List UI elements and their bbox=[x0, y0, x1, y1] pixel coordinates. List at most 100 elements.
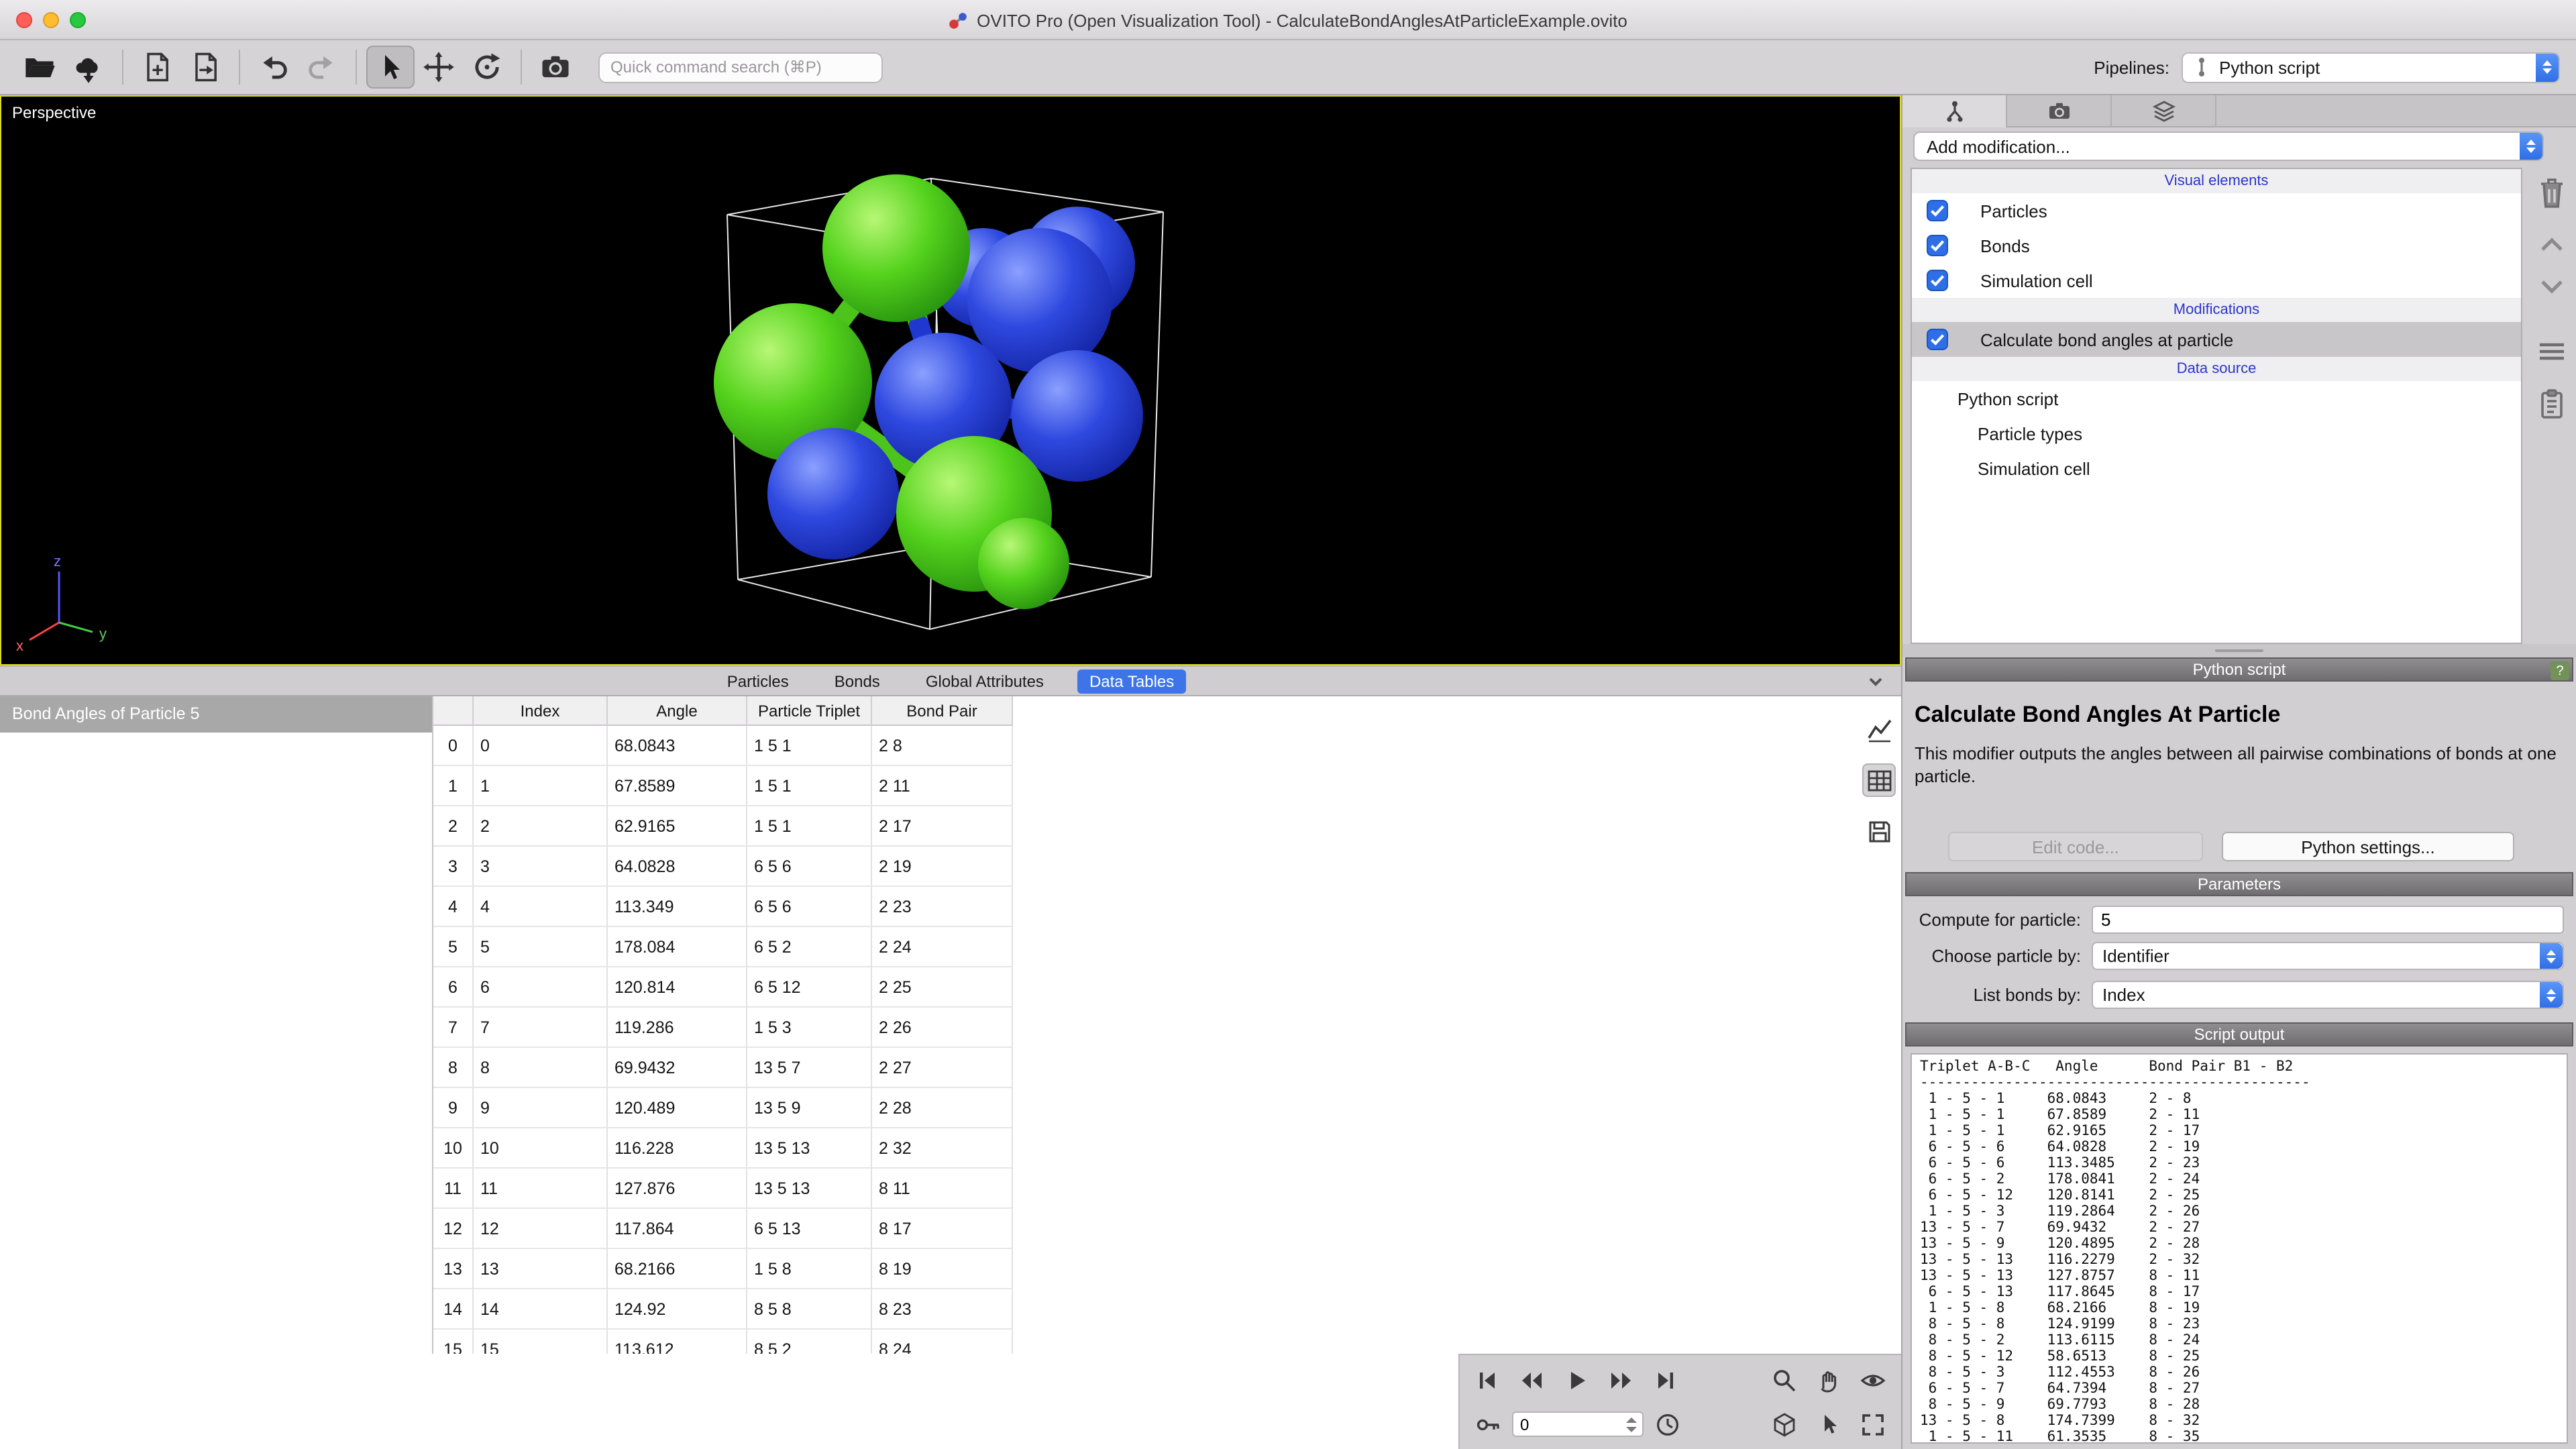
table-row[interactable]: 13 13 68.2166 1 5 88 19 bbox=[433, 1249, 1857, 1289]
table-row[interactable]: 9 9 120.489 13 5 92 28 bbox=[433, 1088, 1857, 1128]
collapse-inspector-chevron-icon[interactable] bbox=[1866, 672, 1885, 695]
orbit-eye-button[interactable] bbox=[1853, 1362, 1893, 1397]
selection-mode-button[interactable] bbox=[366, 46, 415, 89]
new-pipeline-button[interactable] bbox=[133, 46, 181, 89]
checkbox-bonds[interactable] bbox=[1927, 235, 1948, 256]
rotate-mode-button[interactable] bbox=[463, 46, 511, 89]
minimize-window-button[interactable] bbox=[43, 12, 59, 28]
table-cell: 2 11 bbox=[872, 766, 1013, 806]
column-header-index[interactable]: Index bbox=[474, 696, 608, 726]
column-header-angle[interactable]: Angle bbox=[608, 696, 747, 726]
render-preview-box-button[interactable] bbox=[1764, 1407, 1805, 1442]
table-row[interactable]: 8 8 69.9432 13 5 72 27 bbox=[433, 1048, 1857, 1088]
table-row[interactable]: 15 15 113.612 8 5 28 24 bbox=[433, 1330, 1857, 1354]
current-frame-input[interactable] bbox=[1513, 1415, 1605, 1434]
pipeline-item-calculate-bond-angles-at-particle[interactable]: Calculate bond angles at particle bbox=[1912, 322, 2521, 357]
viewport-snapshot-button[interactable] bbox=[531, 46, 580, 89]
data-table-list-item[interactable]: Bond Angles of Particle 5 bbox=[0, 696, 432, 733]
frame-stepper-icon[interactable] bbox=[1623, 1415, 1640, 1434]
open-file-button[interactable] bbox=[16, 46, 64, 89]
frame-spinner[interactable] bbox=[1512, 1411, 1644, 1437]
edit-code-button[interactable]: Edit code... bbox=[1948, 832, 2203, 861]
pan-mode-button[interactable] bbox=[1809, 1362, 1849, 1397]
checkbox-calculate-bond-angles-at-particle[interactable] bbox=[1927, 329, 1948, 350]
play-button[interactable] bbox=[1556, 1362, 1597, 1397]
pick-mode-button[interactable] bbox=[1809, 1407, 1849, 1442]
maximize-viewport-button[interactable] bbox=[1853, 1407, 1893, 1442]
section-header-modifications: Modifications bbox=[1912, 298, 2521, 322]
import-file-into-pipeline-button[interactable] bbox=[181, 46, 229, 89]
pipeline-item-bonds[interactable]: Bonds bbox=[1912, 228, 2521, 263]
panel-splitter[interactable] bbox=[1902, 644, 2576, 657]
skip-to-start-button[interactable] bbox=[1468, 1362, 1508, 1397]
move-modifier-down-button[interactable] bbox=[2538, 278, 2565, 301]
compute-for-particle-field[interactable] bbox=[2092, 906, 2564, 934]
help-button[interactable]: ? bbox=[2551, 661, 2569, 680]
viewport-perspective[interactable]: Perspective z x y bbox=[0, 95, 1901, 665]
table-cell: 7 bbox=[433, 1008, 474, 1048]
next-frame-button[interactable] bbox=[1601, 1362, 1641, 1397]
bond-angles-table[interactable]: Index Angle Particle Triplet Bond Pair 0 0 68.… bbox=[433, 696, 1857, 1354]
checkbox-simulation-cell[interactable] bbox=[1927, 270, 1948, 291]
script-output-box[interactable]: Triplet A-B-C Angle Bond Pair B1 - B2 --… bbox=[1911, 1053, 2568, 1444]
tab-global-attributes[interactable]: Global Attributes bbox=[914, 669, 1056, 693]
modifier-title: Calculate Bond Angles At Particle bbox=[1915, 702, 2281, 727]
list-bonds-by-select[interactable]: Index bbox=[2092, 981, 2564, 1009]
axis-tripod: z x y bbox=[16, 553, 107, 654]
copy-pipeline-button[interactable] bbox=[2536, 388, 2566, 424]
previous-frame-button[interactable] bbox=[1512, 1362, 1552, 1397]
tab-bonds[interactable]: Bonds bbox=[822, 669, 892, 693]
auto-key-button[interactable] bbox=[1468, 1407, 1508, 1442]
table-row[interactable]: 14 14 124.92 8 5 88 23 bbox=[433, 1289, 1857, 1330]
column-header-corner[interactable] bbox=[433, 696, 474, 726]
table-row[interactable]: 3 3 64.0828 6 5 62 19 bbox=[433, 847, 1857, 887]
move-modifier-up-button[interactable] bbox=[2538, 235, 2565, 258]
close-window-button[interactable] bbox=[16, 12, 32, 28]
undo-button[interactable] bbox=[250, 46, 298, 89]
table-row[interactable]: 10 10 116.228 13 5 13 2 32 bbox=[433, 1128, 1857, 1169]
pipeline-item-particles[interactable]: Particles bbox=[1912, 193, 2521, 228]
zoom-window-button[interactable] bbox=[70, 12, 86, 28]
choose-particle-by-select[interactable]: Identifier bbox=[2092, 942, 2564, 970]
table-row[interactable]: 4 4 113.349 6 5 62 23 bbox=[433, 887, 1857, 927]
pipeline-item-simulation-cell[interactable]: Simulation cell bbox=[1912, 451, 2521, 486]
tab-overlays[interactable] bbox=[2112, 95, 2216, 127]
redo-button[interactable] bbox=[298, 46, 346, 89]
viewport-label[interactable]: Perspective bbox=[12, 103, 96, 122]
tab-data-tables[interactable]: Data Tables bbox=[1077, 669, 1187, 693]
table-row[interactable]: 7 7 119.286 1 5 32 26 bbox=[433, 1008, 1857, 1048]
column-header-particle-triplet[interactable]: Particle Triplet bbox=[747, 696, 872, 726]
zoom-mode-button[interactable] bbox=[1764, 1362, 1805, 1397]
table-row[interactable]: 11 11 127.876 13 5 13 8 11 bbox=[433, 1169, 1857, 1209]
chart-view-button[interactable] bbox=[1862, 712, 1896, 746]
table-row[interactable]: 5 5 178.084 6 5 22 24 bbox=[433, 927, 1857, 967]
particles[interactable] bbox=[714, 174, 1143, 609]
table-row[interactable]: 12 12 117.864 6 5 13 8 17 bbox=[433, 1209, 1857, 1249]
delete-modifier-button[interactable] bbox=[2535, 176, 2567, 215]
skip-to-end-button[interactable] bbox=[1645, 1362, 1685, 1397]
animation-settings-button[interactable] bbox=[1648, 1407, 1688, 1442]
tab-particles[interactable]: Particles bbox=[715, 669, 801, 693]
column-header-bond-pair[interactable]: Bond Pair bbox=[872, 696, 1013, 726]
add-modification-dropdown[interactable]: Add modification... bbox=[1913, 131, 2544, 161]
move-mode-button[interactable] bbox=[415, 46, 463, 89]
pipeline-item-simulation-cell[interactable]: Simulation cell bbox=[1912, 263, 2521, 298]
toggle-list-view-button[interactable] bbox=[2536, 339, 2566, 368]
pipeline-item-python-script[interactable]: Python script bbox=[1912, 381, 2521, 416]
export-table-button[interactable] bbox=[1862, 814, 1896, 848]
tab-rendering[interactable] bbox=[2007, 95, 2112, 127]
tab-pipelines[interactable] bbox=[1902, 95, 2007, 127]
table-row[interactable]: 2 2 62.9165 1 5 12 17 bbox=[433, 806, 1857, 847]
quick-command-search-input[interactable] bbox=[598, 52, 883, 83]
pipeline-selector[interactable]: Python script bbox=[2182, 52, 2560, 83]
pipeline-item-particle-types[interactable]: Particle types bbox=[1912, 416, 2521, 451]
table-view-button[interactable] bbox=[1862, 763, 1896, 797]
table-row[interactable]: 0 0 68.0843 1 5 12 8 bbox=[433, 726, 1857, 766]
table-cell: 1 5 1 bbox=[747, 726, 872, 766]
table-row[interactable]: 1 1 67.8589 1 5 12 11 bbox=[433, 766, 1857, 806]
table-cell: 6 bbox=[474, 967, 608, 1008]
import-remote-file-button[interactable] bbox=[64, 46, 113, 89]
python-settings-button[interactable]: Python settings... bbox=[2222, 832, 2514, 861]
table-row[interactable]: 6 6 120.814 6 5 12 2 25 bbox=[433, 967, 1857, 1008]
checkbox-particles[interactable] bbox=[1927, 200, 1948, 221]
